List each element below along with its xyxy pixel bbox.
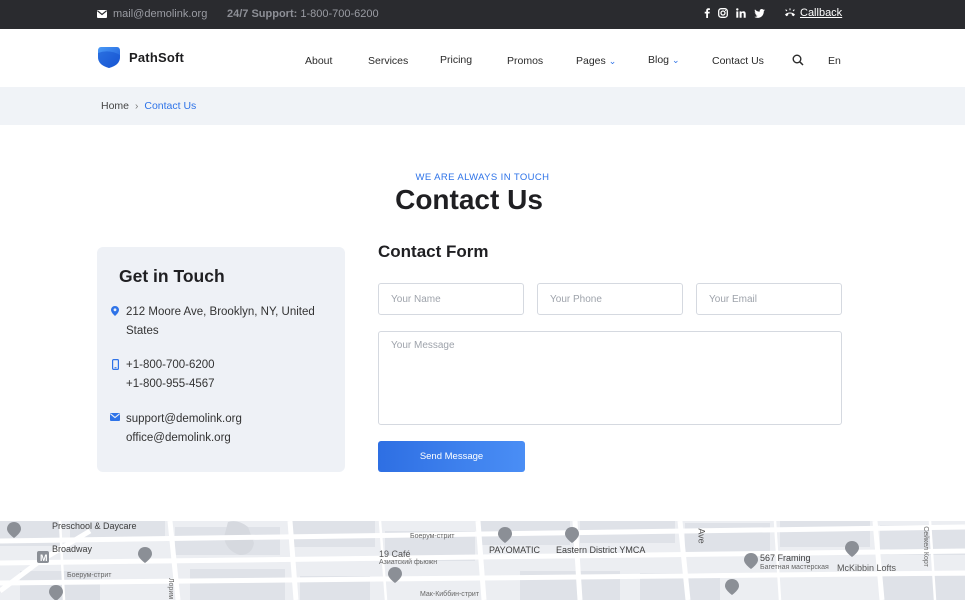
- send-message-button[interactable]: Send Message: [378, 441, 525, 472]
- map-label-frame-shop: Багетная мастерская: [760, 564, 829, 571]
- map-label-19-cafe: 19 Café: [379, 549, 411, 559]
- nav-promos[interactable]: Promos: [507, 55, 543, 67]
- map-streets: M: [0, 521, 965, 600]
- breadcrumb: Home › Contact Us: [101, 100, 196, 112]
- nav-blog-label: Blog: [648, 54, 670, 66]
- map-label-asian-fusion: Азиатский фьюжн: [379, 559, 438, 566]
- page-title: Contact Us: [395, 184, 543, 215]
- nav-services[interactable]: Services: [368, 55, 408, 67]
- nav-pricing-label: Pricing: [440, 54, 473, 66]
- info-title: Get in Touch: [119, 266, 225, 286]
- email-field[interactable]: [696, 283, 842, 315]
- map-label-ymca: Eastern District YMCA: [556, 545, 646, 555]
- nav-blog[interactable]: Blog ⌄: [648, 54, 680, 66]
- map-label-mckibbin-st: Мак-Киббин-стрит: [420, 591, 480, 598]
- map-label-boerum-1: Боерум-стрит: [67, 572, 112, 579]
- location-pin-icon: [111, 306, 119, 316]
- brand-name: PathSoft: [129, 49, 185, 65]
- contact-info-card: Get in Touch 212 Moore Ave, Brooklyn, NY…: [97, 247, 345, 472]
- email-block: support@demolink.org office@demolink.org: [110, 410, 336, 448]
- map-label-mckibbin-lofts: McKibbin Lofts: [837, 563, 897, 573]
- nav-pages-label: Pages: [576, 55, 606, 67]
- address-block: 212 Moore Ave, Brooklyn, NY, United Stat…: [110, 303, 336, 341]
- phone-secondary[interactable]: +1-800-955-4567: [126, 375, 336, 394]
- top-bar: mail@demolink.org 24/7 Support: 1-800-70…: [0, 0, 965, 29]
- twitter-icon[interactable]: [754, 8, 765, 18]
- map-label-567-framing: 567 Framing: [760, 553, 811, 563]
- nav-about-label: About: [305, 55, 333, 67]
- search-icon[interactable]: [792, 54, 804, 66]
- mail-icon: [110, 413, 120, 421]
- callback-label: Callback: [800, 7, 843, 19]
- linkedin-icon[interactable]: [736, 8, 746, 18]
- map-label-payomatic: PAYOMATIC: [489, 545, 541, 555]
- map-label-seigel-ct: Сейкел Корт: [921, 526, 929, 567]
- nav-promos-label: Promos: [507, 55, 544, 67]
- phone-primary[interactable]: +1-800-700-6200: [126, 356, 336, 375]
- breadcrumb-current: Contact Us: [144, 100, 197, 112]
- nav-services-label: Services: [368, 55, 409, 67]
- phone-block: +1-800-700-6200 +1-800-955-4567: [110, 356, 336, 394]
- name-field[interactable]: [378, 283, 524, 315]
- instagram-icon[interactable]: [718, 8, 728, 18]
- facebook-icon[interactable]: [704, 8, 710, 18]
- svg-text:M: M: [40, 553, 48, 563]
- chevron-right-icon: ›: [135, 100, 139, 112]
- address-line-1: 212 Moore Ave, Brooklyn, NY, United: [126, 306, 315, 318]
- nav-contact[interactable]: Contact Us: [712, 55, 764, 67]
- nav-pages[interactable]: Pages ⌄: [576, 55, 616, 67]
- language-switcher[interactable]: En: [828, 55, 841, 67]
- top-email[interactable]: mail@demolink.org: [97, 8, 207, 20]
- location-map[interactable]: M Preschool & Daycare Broadway 19 Café P…: [0, 521, 965, 600]
- mail-icon: [97, 10, 107, 18]
- mobile-phone-icon: [111, 359, 119, 370]
- address-line-2: States: [126, 325, 159, 337]
- support-phone[interactable]: 1-800-700-6200: [300, 8, 378, 20]
- email-office[interactable]: office@demolink.org: [126, 429, 336, 448]
- main-header: PathSoft About Services Pricing Promos P…: [0, 29, 965, 87]
- nav-pricing[interactable]: Pricing: [440, 54, 472, 66]
- email-support[interactable]: support@demolink.org: [126, 410, 336, 429]
- breadcrumb-bar: Home › Contact Us: [0, 87, 965, 125]
- map-label-lorimer: Лорим: [167, 577, 175, 600]
- callback-link[interactable]: Callback: [784, 7, 842, 19]
- nav-contact-label: Contact Us: [712, 55, 764, 67]
- chevron-down-icon: ⌄: [672, 54, 680, 65]
- map-label-ave: Ave: [696, 528, 707, 544]
- social-links: [704, 8, 765, 18]
- nav-about[interactable]: About: [305, 55, 332, 67]
- phone-field[interactable]: [537, 283, 683, 315]
- pathsoft-logo-icon: [98, 47, 120, 68]
- form-title: Contact Form: [378, 242, 489, 261]
- brand-logo[interactable]: PathSoft: [97, 45, 184, 69]
- chevron-down-icon: ⌄: [608, 55, 617, 66]
- section-eyebrow: WE ARE ALWAYS IN TOUCH: [415, 172, 550, 183]
- map-label-broadway: Broadway: [52, 544, 93, 554]
- map-label-boerum-2: Боерум-стрит: [410, 533, 455, 540]
- phone-callback-icon: [785, 8, 795, 17]
- top-email-text: mail@demolink.org: [113, 8, 208, 20]
- breadcrumb-home[interactable]: Home: [101, 100, 129, 112]
- support-info: 24/7 Support: 1-800-700-6200: [227, 8, 379, 20]
- message-field[interactable]: [378, 331, 842, 425]
- map-label-daycare: Preschool & Daycare: [52, 521, 137, 531]
- support-label: 24/7 Support:: [227, 8, 298, 20]
